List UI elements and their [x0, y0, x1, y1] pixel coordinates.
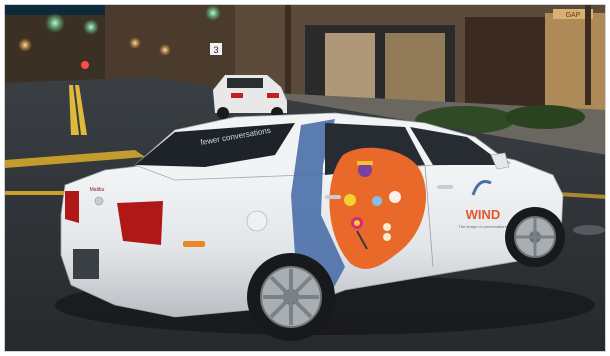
manhole-cover — [573, 225, 605, 235]
wind-tagline: The shape of conversations — [458, 224, 507, 229]
brand-emblem — [94, 196, 104, 206]
shop-window — [325, 33, 375, 103]
tail-light — [65, 191, 79, 223]
shop-sign-text: GAP — [566, 12, 581, 19]
shop-window — [545, 13, 605, 113]
road-sign-text: 3 — [213, 45, 218, 55]
street-photo: GAP 3 fewer conversations WIND The shape… — [5, 5, 605, 351]
doodle-icon — [372, 196, 382, 206]
street-light — [205, 5, 221, 21]
doodle-icon — [344, 194, 356, 206]
lane-marking — [5, 191, 65, 195]
side-marker-light — [183, 241, 205, 247]
door-handle — [325, 195, 341, 199]
traffic-light — [81, 61, 89, 69]
shop-window — [385, 33, 445, 103]
door-handle — [437, 185, 453, 189]
street-light — [83, 19, 99, 35]
photo-frame: GAP 3 fewer conversations WIND The shape… — [4, 4, 606, 352]
wind-logo-text: WIND — [466, 207, 501, 222]
tail-light — [117, 201, 163, 245]
trunk-badge: Malibu — [90, 187, 105, 193]
hedge — [505, 105, 585, 129]
street-light — [159, 44, 171, 56]
tree-trunk — [585, 5, 591, 105]
street-light — [18, 38, 32, 52]
street-light — [45, 13, 65, 33]
doodle-icon — [358, 163, 372, 177]
tree-trunk — [285, 5, 291, 105]
doodle-icon — [389, 191, 401, 203]
street-light — [129, 37, 141, 49]
doodle-icon — [383, 223, 391, 231]
fuel-door — [246, 210, 268, 232]
license-plate — [73, 249, 99, 279]
